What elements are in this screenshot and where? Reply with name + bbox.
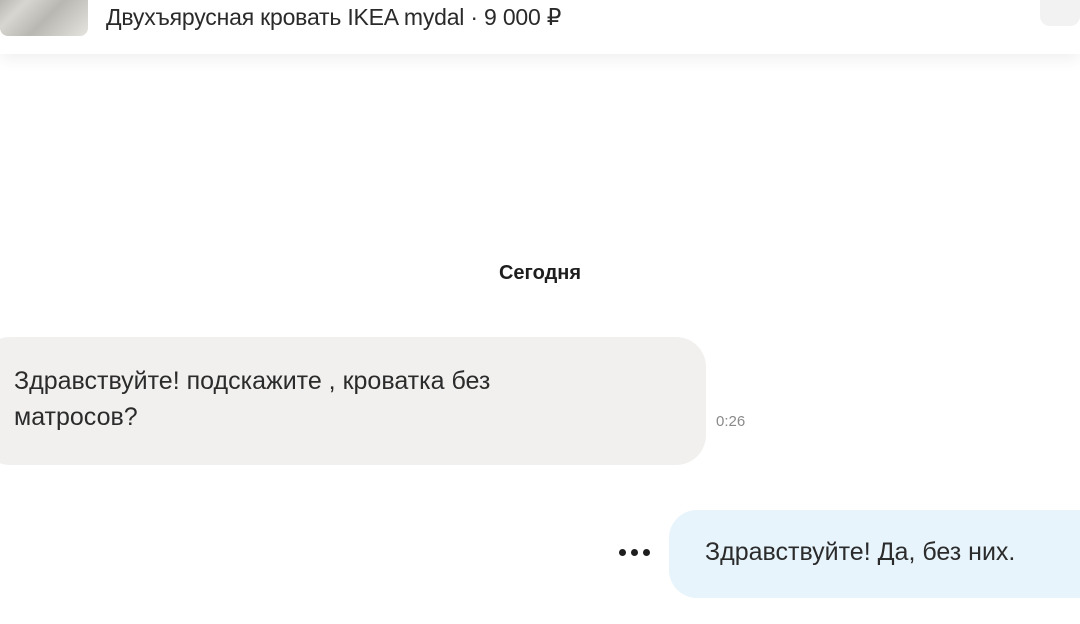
outgoing-message-bubble[interactable]: Здравствуйте! Да, без них. [669,510,1080,598]
listing-header[interactable]: Двухъярусная кровать IKEA mydal · 9 000 … [0,0,1080,54]
date-divider: Сегодня [498,262,582,284]
menu-dot [618,548,626,556]
header-action-button[interactable] [1040,0,1080,26]
incoming-message-bubble[interactable]: Здравствуйте! подскажите , кроватка без … [0,337,706,465]
listing-thumbnail[interactable] [0,0,88,36]
chat-screen: Двухъярусная кровать IKEA mydal · 9 000 … [0,0,1080,624]
outgoing-message-text: Здравствуйте! Да, без них. [705,538,1016,566]
menu-dot [630,548,638,556]
more-horizontal-icon[interactable] [612,540,656,564]
incoming-message-text: Здравствуйте! подскажите , кроватка без … [14,367,491,431]
menu-dot [642,548,650,556]
incoming-message-time: 0:26 [716,413,746,430]
listing-title[interactable]: Двухъярусная кровать IKEA mydal · 9 000 … [106,4,561,31]
